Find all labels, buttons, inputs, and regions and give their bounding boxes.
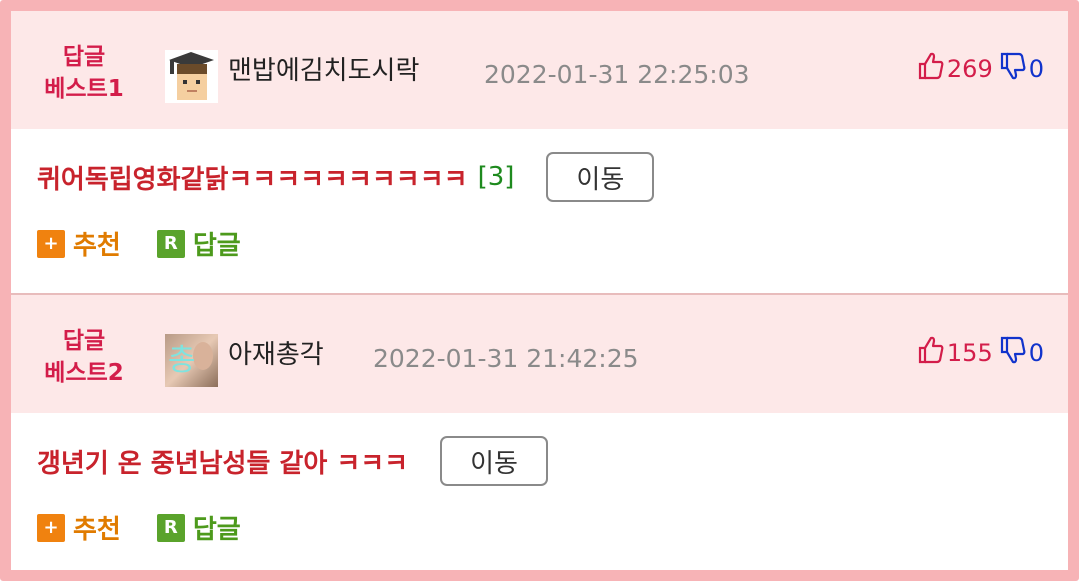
down-vote-count: 0: [1028, 339, 1044, 367]
best-reply-2: 답글 베스트2 총 아재총각 2022-01-31 21:42:25 155 0…: [11, 293, 1068, 577]
nickname[interactable]: 맨밥에김치도시락: [228, 55, 419, 87]
thumbs-down-icon[interactable]: [999, 335, 1027, 371]
best-reply-1: 답글 베스트1 맨밥에김치도시락 2022-01-31 22:25:03 269…: [11, 11, 1068, 293]
reply-body: 갱년기 온 중년남성들 같아 ㅋㅋㅋ 이동 + 추천 R 답글: [11, 413, 1068, 577]
reply-actions: + 추천 R 답글: [37, 225, 241, 262]
avatar-text: 총: [168, 343, 196, 378]
photo-avatar-icon: 총: [165, 334, 218, 387]
thumbs-up-icon[interactable]: [917, 335, 945, 371]
reply-label: 답글: [192, 515, 241, 545]
reply-text-row: 퀴어독립영화같닭ㅋㅋㅋㅋㅋㅋㅋㅋㅋㅋ [3] 이동: [37, 151, 655, 203]
move-button[interactable]: 이동: [440, 436, 548, 486]
best-replies-panel: 답글 베스트1 맨밥에김치도시락 2022-01-31 22:25:03 269…: [0, 0, 1079, 581]
recommend-label: 추천: [73, 231, 121, 261]
reply-r-icon: R: [156, 513, 185, 542]
reply-body: 퀴어독립영화같닭ㅋㅋㅋㅋㅋㅋㅋㅋㅋㅋ [3] 이동 + 추천 R 답글: [11, 129, 1068, 293]
best-label-line1: 답글: [62, 328, 106, 354]
up-vote-count: 269: [946, 55, 993, 83]
reply-text: 갱년기 온 중년남성들 같아 ㅋㅋㅋ: [37, 448, 409, 479]
reply-button[interactable]: R 답글: [156, 509, 241, 546]
reply-datetime: 2022-01-31 22:25:03: [484, 60, 750, 89]
vote-counts: 155 0: [917, 335, 1044, 371]
graduation-cap-boy-avatar-icon: [165, 50, 218, 103]
nickname[interactable]: 아재총각: [228, 339, 324, 371]
plus-icon: +: [37, 229, 65, 258]
up-vote-count: 155: [946, 339, 993, 367]
best-label: 답글 베스트2: [29, 325, 139, 389]
down-vote-count: 0: [1028, 55, 1044, 83]
reply-actions: + 추천 R 답글: [37, 509, 241, 546]
move-button[interactable]: 이동: [546, 152, 655, 202]
recommend-button[interactable]: + 추천: [37, 225, 121, 262]
reply-text-row: 갱년기 온 중년남성들 같아 ㅋㅋㅋ 이동: [37, 435, 548, 487]
comment-count[interactable]: [3]: [478, 162, 515, 192]
recommend-label: 추천: [73, 515, 121, 545]
thumbs-down-icon[interactable]: [999, 51, 1027, 87]
vote-counts: 269 0: [917, 51, 1044, 87]
best-label-line2: 베스트1: [44, 76, 124, 102]
reply-header: 답글 베스트2 총 아재총각 2022-01-31 21:42:25 155 0: [11, 295, 1068, 413]
best-label-line1: 답글: [62, 44, 106, 70]
thumbs-up-icon[interactable]: [917, 51, 945, 87]
plus-icon: +: [37, 513, 65, 542]
reply-label: 답글: [192, 231, 241, 261]
recommend-button[interactable]: + 추천: [37, 509, 121, 546]
reply-button[interactable]: R 답글: [156, 225, 241, 262]
reply-datetime: 2022-01-31 21:42:25: [373, 344, 639, 373]
avatar[interactable]: [165, 50, 218, 103]
reply-text: 퀴어독립영화같닭ㅋㅋㅋㅋㅋㅋㅋㅋㅋㅋ: [37, 164, 468, 195]
avatar[interactable]: 총: [165, 334, 218, 387]
reply-header: 답글 베스트1 맨밥에김치도시락 2022-01-31 22:25:03 269…: [11, 11, 1068, 129]
best-label-line2: 베스트2: [44, 360, 124, 386]
best-label: 답글 베스트1: [29, 41, 139, 105]
reply-r-icon: R: [156, 229, 185, 258]
